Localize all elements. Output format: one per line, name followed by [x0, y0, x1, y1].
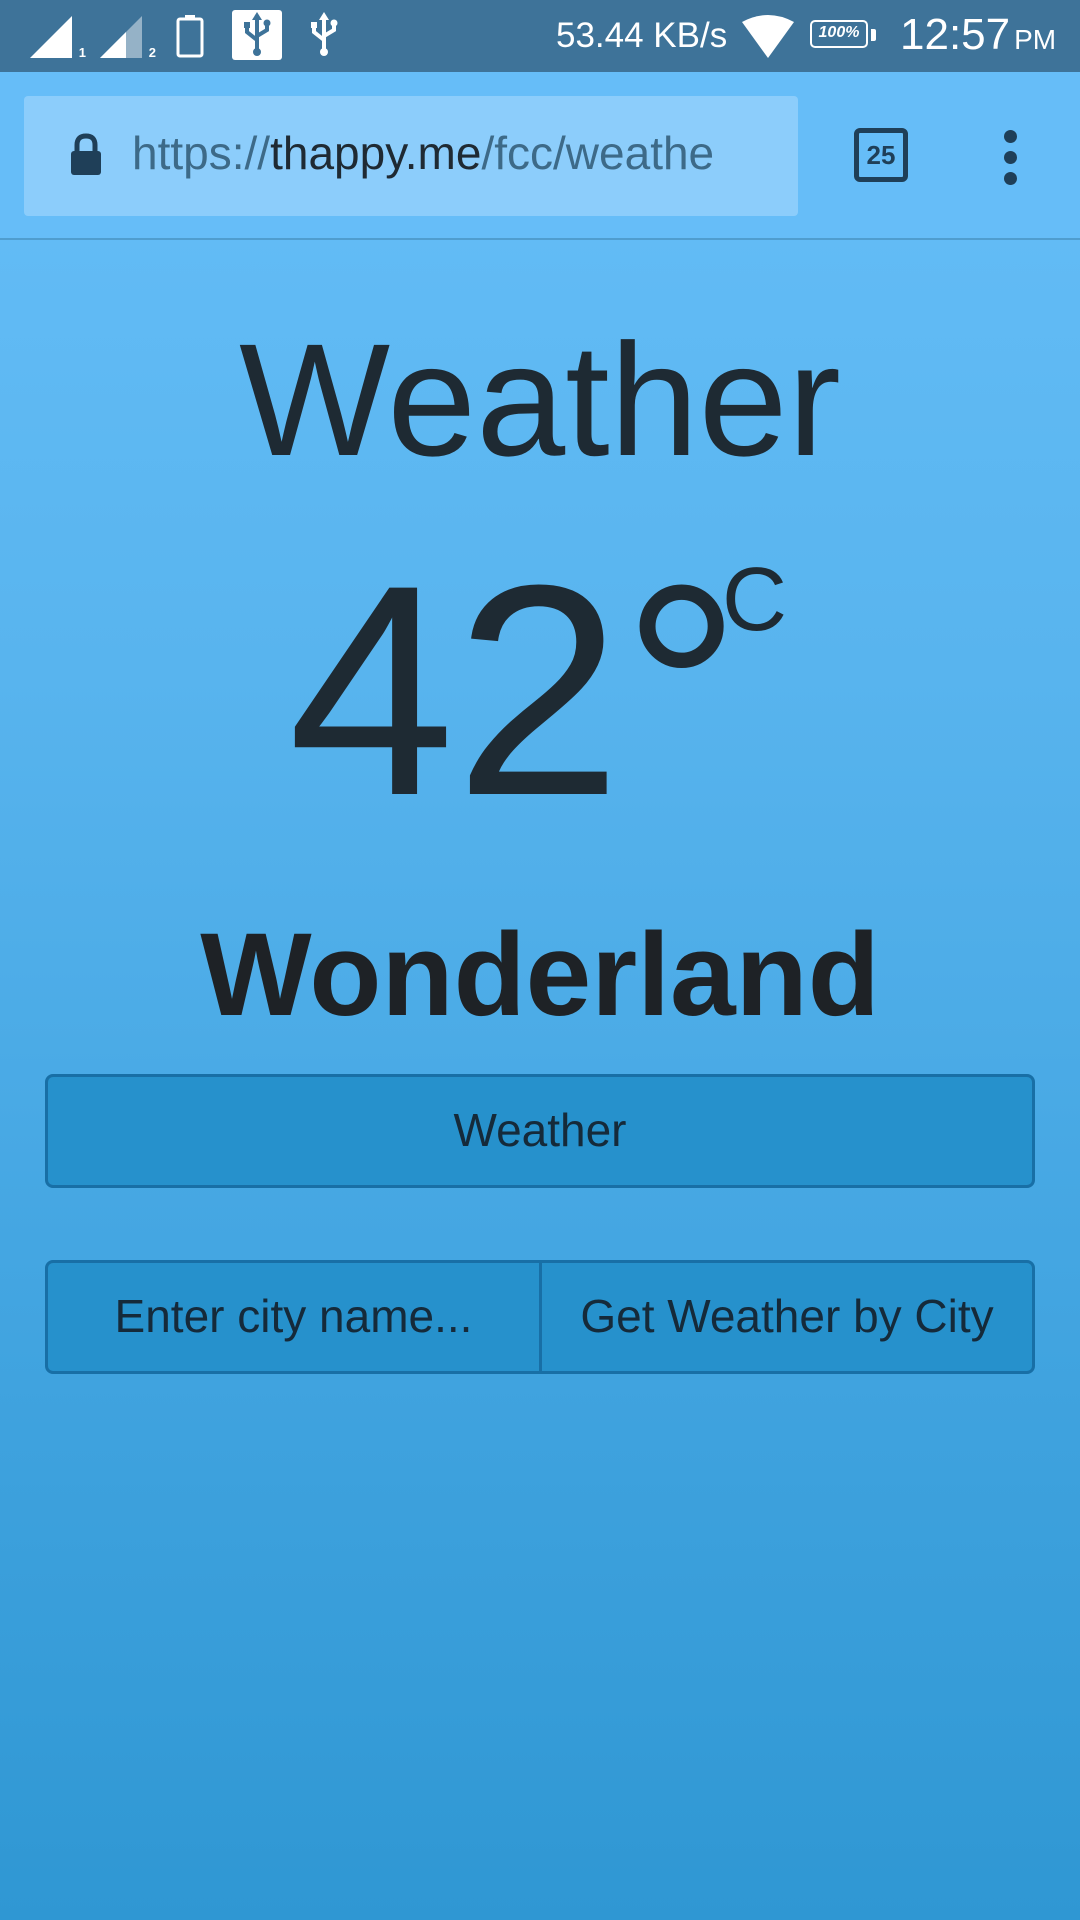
- temperature-unit[interactable]: C: [722, 550, 787, 650]
- clock-time: 12:57: [900, 10, 1011, 59]
- status-bar: 1 2 53.44 KB/s 100% 12:57 PM: [0, 0, 1080, 72]
- clock: 12:57 PM: [900, 10, 1056, 60]
- tab-count: 25: [866, 140, 896, 170]
- page-title: Weather: [239, 310, 841, 489]
- url-text[interactable]: https://thappy.me/fcc/weathe: [132, 126, 782, 186]
- url-scheme: https://: [132, 127, 271, 179]
- lock-icon[interactable]: [68, 132, 104, 178]
- tabs-icon[interactable]: 25: [854, 128, 908, 182]
- battery-saver-icon: [176, 14, 204, 58]
- signal-sim1-icon: 1: [26, 14, 86, 60]
- sim1-label: 1: [78, 45, 86, 60]
- url-path: /fcc/weathe: [481, 127, 715, 179]
- get-weather-by-city-button[interactable]: Get Weather by City: [542, 1263, 1032, 1371]
- url-bar[interactable]: https://thappy.me/fcc/weathe: [24, 96, 798, 216]
- browser-toolbar: https://thappy.me/fcc/weathe 25: [0, 72, 1080, 240]
- battery-percent: 100%: [818, 24, 860, 41]
- city-input[interactable]: Enter city name...: [48, 1263, 542, 1371]
- wifi-icon: [740, 14, 796, 60]
- temperature-display: 42° C: [0, 540, 1080, 840]
- url-domain: thappy.me: [270, 127, 482, 179]
- usb-debug-icon: [232, 10, 282, 60]
- battery-icon: 100%: [810, 20, 876, 52]
- network-speed: 53.44 KB/s: [556, 16, 728, 55]
- weather-button[interactable]: Weather: [45, 1074, 1035, 1188]
- temperature-value: 42°: [288, 522, 742, 858]
- signal-sim2-icon: 2: [96, 14, 156, 60]
- overflow-menu-icon[interactable]: [996, 130, 1026, 186]
- clock-ampm: PM: [1014, 24, 1057, 55]
- usb-icon: [304, 10, 344, 60]
- city-search-form: Enter city name... Get Weather by City: [45, 1260, 1035, 1374]
- sim2-label: 2: [148, 45, 156, 60]
- city-name: Wonderland: [200, 909, 880, 1041]
